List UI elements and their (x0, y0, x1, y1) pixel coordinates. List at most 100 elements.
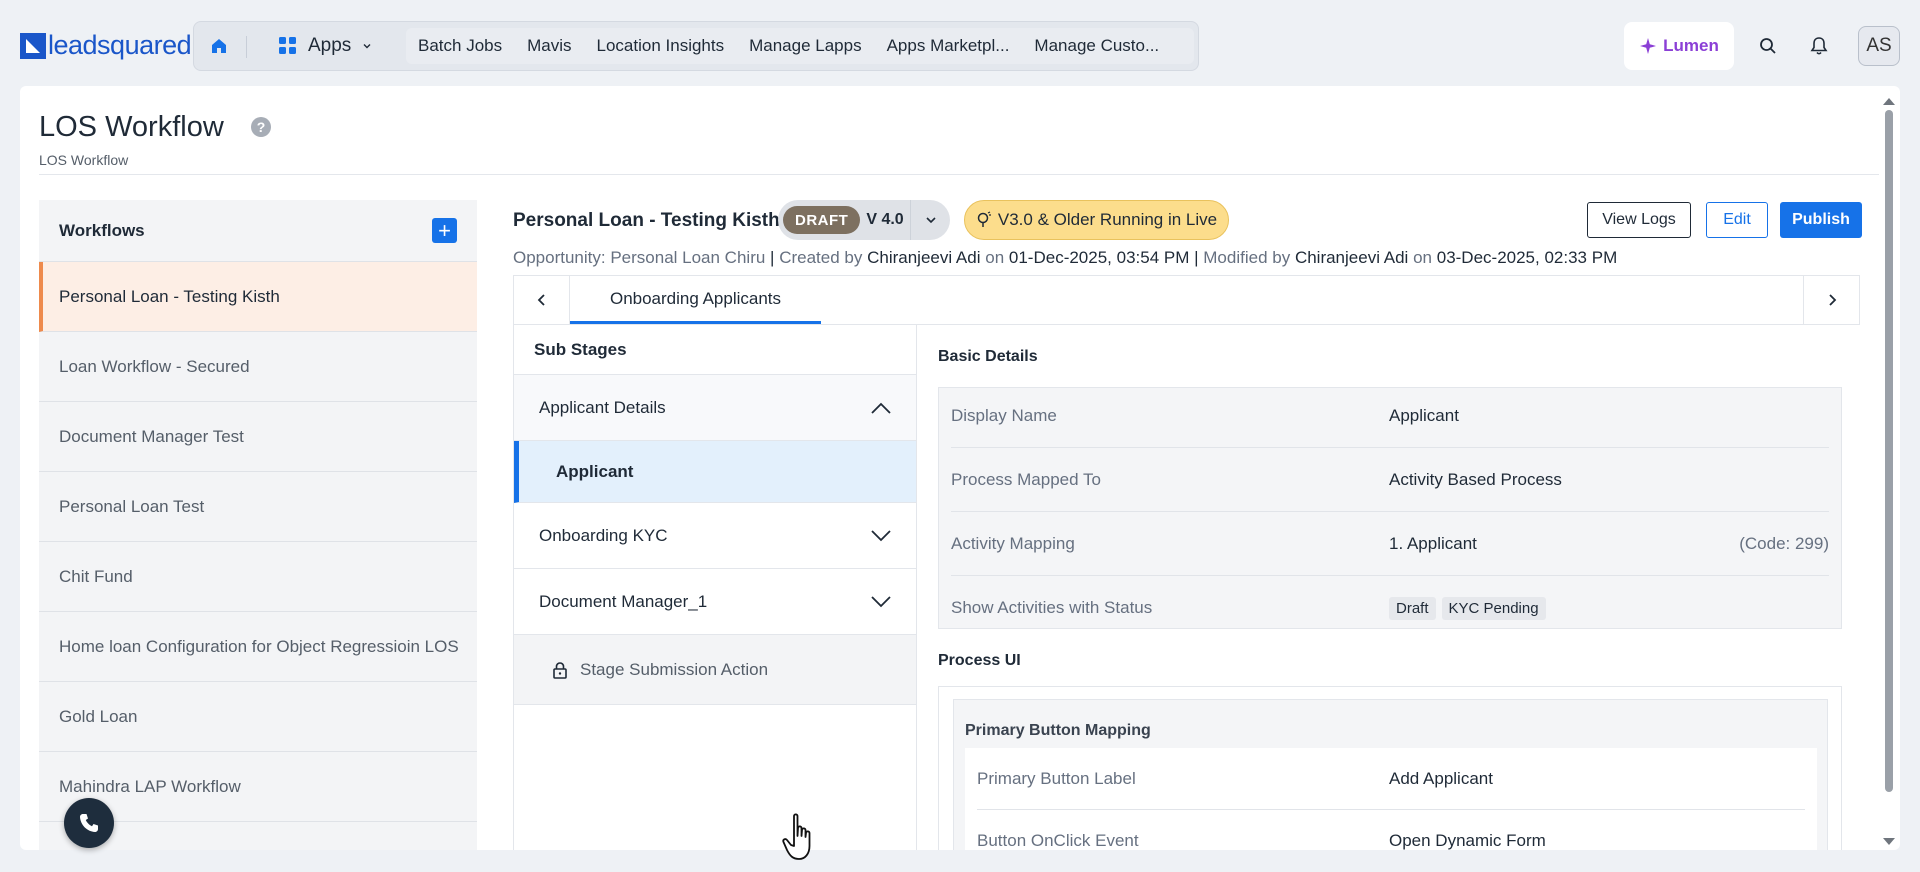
edit-button[interactable]: Edit (1706, 202, 1768, 238)
lumen-button[interactable]: Lumen (1624, 22, 1734, 70)
breadcrumb[interactable]: LOS Workflow (39, 152, 128, 168)
stage-submission-action-label: Stage Submission Action (580, 659, 769, 679)
substage-group-label: Onboarding KYC (539, 525, 668, 545)
nav-link-manage-custom[interactable]: Manage Custo... (1034, 36, 1172, 56)
view-logs-button[interactable]: View Logs (1587, 202, 1691, 238)
notifications-button[interactable] (1803, 30, 1835, 62)
sub-stages-panel: Sub Stages Applicant Details Applicant O… (513, 325, 917, 855)
created-on-label: on (985, 248, 1005, 267)
lumen-label: Lumen (1663, 36, 1719, 55)
nav-link-apps-marketplace[interactable]: Apps Marketpl... (887, 36, 1023, 56)
substage-group-document-manager[interactable]: Document Manager_1 (514, 569, 916, 635)
logo-text: leadsquared (48, 30, 192, 60)
version-dropdown-button[interactable] (910, 200, 950, 240)
scrollbar-thumb[interactable] (1885, 110, 1893, 792)
phone-call-button[interactable] (64, 798, 114, 848)
opportunity-text: Opportunity: Personal Loan Chiru (513, 248, 766, 267)
chevron-up-icon (871, 402, 891, 414)
mapping-key: Primary Button Label (977, 768, 1136, 788)
pin-icon (977, 211, 991, 227)
hand-cursor-icon (782, 812, 822, 869)
primary-button-mapping-title: Primary Button Mapping (965, 722, 1151, 739)
top-bar: leadsquared Apps Batch Jobs Mavis Locati… (0, 0, 1920, 92)
detail-value: 1. Applicant (1389, 533, 1477, 553)
home-button[interactable] (194, 22, 244, 70)
detail-value: Applicant (1389, 405, 1459, 425)
basic-details-card: Display Name Applicant Process Mapped To… (938, 387, 1842, 629)
activity-code: (Code: 299) (1739, 533, 1829, 553)
live-notice-text: V3.0 & Older Running in Live (997, 210, 1218, 229)
modified-by-label: Modified by (1203, 248, 1291, 267)
help-icon[interactable]: ? (251, 117, 271, 137)
nav-link-batch-jobs[interactable]: Batch Jobs (418, 36, 515, 56)
publish-button[interactable]: Publish (1780, 202, 1862, 238)
modified-on-label: on (1413, 248, 1432, 267)
detail-key: Activity Mapping (951, 533, 1075, 553)
tab-onboarding-applicants[interactable]: Onboarding Applicants (570, 276, 821, 324)
nav-link-location-insights[interactable]: Location Insights (597, 36, 738, 56)
sidebar-item-personal-loan-testing-kisth[interactable]: Personal Loan - Testing Kisth (39, 262, 477, 332)
detail-value: Activity Based Process (1389, 469, 1562, 489)
mapping-key: Button OnClick Event (977, 830, 1139, 850)
scroll-up-arrow-icon[interactable] (1883, 98, 1895, 105)
stage-prev-button[interactable] (514, 276, 570, 324)
substage-group-applicant-details[interactable]: Applicant Details (514, 375, 916, 441)
page-scrollbar[interactable] (1880, 96, 1898, 848)
detail-key: Process Mapped To (951, 469, 1101, 489)
chevron-down-icon (871, 529, 891, 541)
sparkle-icon (1640, 38, 1657, 54)
created-by-label: Created by (779, 248, 863, 267)
logo-mark-icon (20, 32, 46, 59)
apps-menu-button[interactable]: Apps (278, 22, 373, 70)
detail-row-display-name: Display Name Applicant (951, 384, 1829, 448)
sidebar-item-personal-loan-test[interactable]: Personal Loan Test (39, 472, 477, 542)
substage-group-label: Applicant Details (539, 397, 666, 417)
bell-icon (1810, 37, 1828, 55)
nav-links: Batch Jobs Mavis Location Insights Manag… (406, 28, 1194, 64)
stage-next-button[interactable] (1803, 276, 1859, 324)
leadsquared-logo[interactable]: leadsquared (20, 30, 192, 61)
sub-stages-title: Sub Stages (514, 325, 916, 375)
sidebar-item-loan-workflow-secured[interactable]: Loan Workflow - Secured (39, 332, 477, 402)
substage-group-onboarding-kyc[interactable]: Onboarding KYC (514, 503, 916, 569)
user-avatar[interactable]: AS (1858, 26, 1900, 66)
nav-link-mavis[interactable]: Mavis (527, 36, 584, 56)
version-selector[interactable]: DRAFT V 4.0 (778, 200, 950, 240)
chevron-right-icon (1828, 294, 1836, 306)
detail-key: Display Name (951, 405, 1057, 425)
sidebar-item-chit-fund[interactable]: Chit Fund (39, 542, 477, 612)
substage-item-applicant[interactable]: Applicant (514, 441, 916, 503)
stage-tabs: Onboarding Applicants (513, 275, 1860, 325)
scroll-down-arrow-icon[interactable] (1883, 838, 1895, 845)
process-ui-card: Primary Button Mapping Primary Button La… (938, 686, 1842, 872)
main-nav: Apps Batch Jobs Mavis Location Insights … (193, 21, 1199, 71)
apps-label: Apps (308, 35, 352, 56)
sidebar-title: Workflows (59, 220, 145, 240)
basic-details-title: Basic Details (938, 348, 1038, 365)
detail-row-activity-mapping: Activity Mapping 1. Applicant (Code: 299… (951, 512, 1829, 576)
workflows-sidebar: Workflows + Personal Loan - Testing Kist… (39, 200, 477, 850)
nav-link-manage-lapps[interactable]: Manage Lapps (749, 36, 874, 56)
window-bottom-edge (0, 850, 1920, 872)
search-button[interactable] (1752, 30, 1784, 62)
sidebar-item-gold-loan[interactable]: Gold Loan (39, 682, 477, 752)
phone-icon (80, 814, 98, 832)
detail-row-process-mapped: Process Mapped To Activity Based Process (951, 448, 1829, 512)
apps-grid-icon (279, 37, 296, 54)
chevron-down-icon (363, 44, 371, 49)
nav-divider (246, 36, 247, 58)
detail-key: Show Activities with Status (951, 598, 1153, 617)
sidebar-item-home-loan-configuration[interactable]: Home loan Configuration for Object Regre… (39, 612, 477, 682)
mapping-value: Add Applicant (1389, 768, 1493, 788)
process-ui-title: Process UI (938, 652, 1021, 669)
stage-submission-action[interactable]: Stage Submission Action (514, 635, 916, 705)
primary-button-mapping: Primary Button Mapping Primary Button La… (953, 699, 1828, 872)
add-workflow-button[interactable]: + (432, 218, 457, 243)
page-title: LOS Workflow (39, 111, 224, 143)
substage-group-label: Document Manager_1 (539, 591, 708, 611)
created-by-name: Chiranjeevi Adi (867, 248, 981, 267)
mapping-value: Open Dynamic Form (1389, 830, 1546, 850)
live-version-notice: V3.0 & Older Running in Live (964, 200, 1229, 240)
sidebar-item-document-manager-test[interactable]: Document Manager Test (39, 402, 477, 472)
search-icon (1760, 38, 1776, 54)
